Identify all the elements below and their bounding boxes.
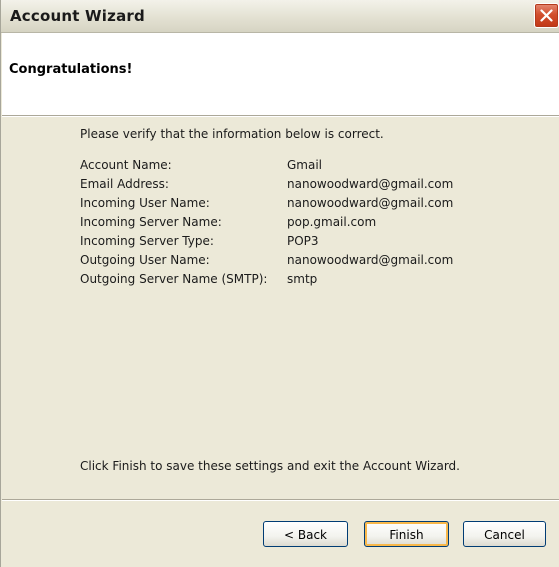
- cancel-button[interactable]: Cancel: [463, 521, 546, 547]
- email-address-value: nanowoodward@gmail.com: [287, 177, 454, 191]
- outgoing-user-name-label: Outgoing User Name:: [80, 253, 210, 267]
- outgoing-user-name-value: nanowoodward@gmail.com: [287, 253, 454, 267]
- header-divider-highlight: [2, 116, 559, 117]
- verify-instructions: Please verify that the information below…: [80, 127, 384, 141]
- email-address-label: Email Address:: [80, 177, 169, 191]
- outgoing-server-name-label: Outgoing Server Name (SMTP):: [80, 272, 268, 286]
- window-title: Account Wizard: [10, 7, 145, 25]
- incoming-server-name-label: Incoming Server Name:: [80, 215, 222, 229]
- account-wizard-window: Account Wizard Congratulations! Please v…: [0, 0, 559, 567]
- incoming-user-name-value: nanowoodward@gmail.com: [287, 196, 454, 210]
- title-bar[interactable]: Account Wizard: [1, 0, 559, 33]
- incoming-server-type-label: Incoming Server Type:: [80, 234, 214, 248]
- outgoing-server-name-value: smtp: [287, 272, 318, 286]
- account-name-value: Gmail: [287, 158, 323, 172]
- footer-divider-highlight: [2, 500, 559, 501]
- back-button[interactable]: < Back: [263, 521, 348, 547]
- incoming-server-type-value: POP3: [287, 234, 319, 248]
- page-title: Congratulations!: [9, 62, 133, 77]
- close-icon: [540, 9, 553, 22]
- account-name-label: Account Name:: [80, 158, 172, 172]
- incoming-user-name-label: Incoming User Name:: [80, 196, 210, 210]
- incoming-server-name-value: pop.gmail.com: [287, 215, 377, 229]
- finish-button[interactable]: Finish: [364, 521, 449, 547]
- finish-instructions: Click Finish to save these settings and …: [80, 459, 460, 473]
- close-button[interactable]: [534, 3, 559, 28]
